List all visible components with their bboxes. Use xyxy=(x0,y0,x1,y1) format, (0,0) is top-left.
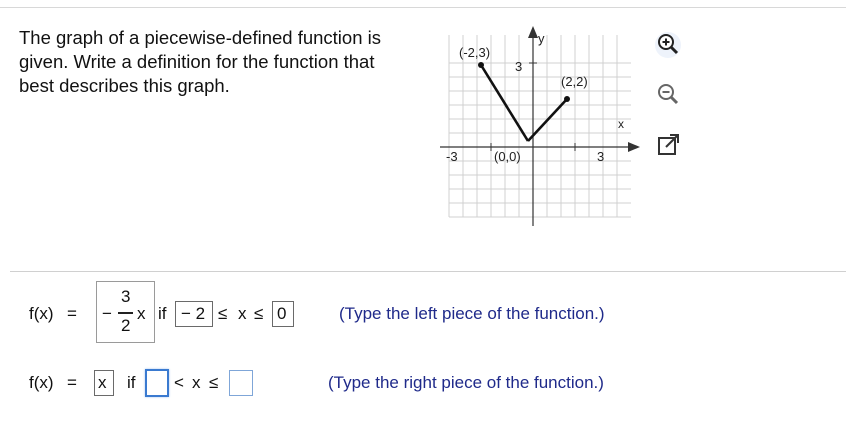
y-axis-label: y xyxy=(538,31,545,46)
row1-upper-bound-value: 0 xyxy=(277,304,287,323)
x-axis-arrow xyxy=(628,142,640,152)
row1-lower-bound-value: − 2 xyxy=(181,304,206,323)
popout-icon xyxy=(658,134,679,155)
row1-minus: − xyxy=(102,304,112,323)
row2-hint: (Type the right piece of the function.) xyxy=(328,373,604,392)
point-label-right: (2,2) xyxy=(561,74,588,89)
row1-equals: = xyxy=(67,304,77,323)
row2-if: if xyxy=(127,373,136,392)
row2-le: ≤ xyxy=(209,373,219,392)
tick-label-x-pos: 3 xyxy=(597,149,604,164)
question-line-3: best describes this graph. xyxy=(19,75,230,96)
row1-fraction-denominator: 2 xyxy=(121,316,131,335)
zoom-out-button[interactable] xyxy=(652,80,684,110)
row1-fx-label: f(x) xyxy=(29,304,54,323)
row2-fx-label: f(x) xyxy=(29,373,54,392)
tick-label-y-pos: 3 xyxy=(515,59,522,74)
point-label-left: (-2,3) xyxy=(459,45,490,60)
row1-if: if xyxy=(158,304,167,323)
row2-upper-bound-input[interactable] xyxy=(229,370,253,396)
row1-variable: x xyxy=(137,304,146,323)
zoom-out-icon xyxy=(658,84,679,105)
row2-lt: < xyxy=(174,373,184,392)
function-graph: y x -3 3 3 (-2,3) (0,0) (2,2) xyxy=(440,26,640,226)
row1-le-1: ≤ xyxy=(218,304,228,323)
row2-lower-bound-input[interactable] xyxy=(145,369,169,397)
question-text: The graph of a piecewise-defined functio… xyxy=(19,26,419,98)
row2-expression-value: x xyxy=(98,373,107,392)
row1-fraction-numerator: 3 xyxy=(121,287,131,306)
y-axis-arrow xyxy=(528,26,538,38)
point-label-origin: (0,0) xyxy=(494,149,521,164)
question-line-2: given. Write a definition for the functi… xyxy=(19,51,375,72)
zoom-in-button[interactable] xyxy=(652,30,684,60)
x-axis-label: x xyxy=(618,117,624,131)
row1-hint: (Type the left piece of the function.) xyxy=(339,304,605,323)
top-divider xyxy=(0,7,846,8)
section-divider xyxy=(10,271,846,272)
endpoint-right xyxy=(564,96,570,102)
popout-button[interactable] xyxy=(652,130,684,160)
row2-x: x xyxy=(192,373,201,392)
zoom-in-icon xyxy=(655,32,681,58)
row2-equals: = xyxy=(67,373,77,392)
endpoint-left xyxy=(478,62,484,68)
question-line-1: The graph of a piecewise-defined functio… xyxy=(19,27,381,48)
row1-le-2: ≤ xyxy=(254,304,264,323)
row1-x: x xyxy=(238,304,247,323)
row1-fraction-bar xyxy=(118,312,133,314)
grid xyxy=(448,35,631,218)
tick-label-x-neg: -3 xyxy=(446,149,458,164)
